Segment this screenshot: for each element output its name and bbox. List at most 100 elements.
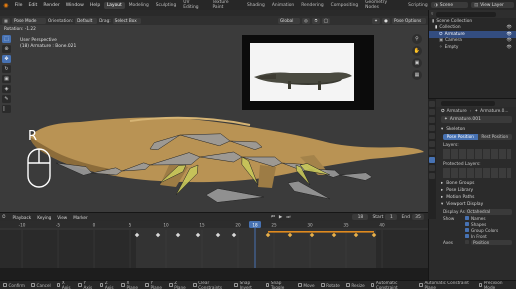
- axes-checkbox[interactable]: [465, 240, 469, 244]
- tab-scripting[interactable]: Scripting: [405, 2, 431, 9]
- visibility-eye-icon[interactable]: 👁: [507, 45, 512, 50]
- modifiers-tab-icon[interactable]: [429, 149, 435, 155]
- in-front-checkbox[interactable]: [465, 234, 469, 238]
- tab-modeling[interactable]: Modeling: [126, 2, 152, 9]
- armature-bones[interactable]: [0, 25, 428, 212]
- keyframe[interactable]: [215, 232, 221, 238]
- timeline-canvas[interactable]: -10 -5 0 5 10 15 20 25 30 35 40 18: [0, 221, 428, 268]
- view-layer-selector[interactable]: ▤ View Layer: [471, 2, 514, 8]
- section-motion-paths[interactable]: ▸ Motion Paths: [429, 194, 516, 201]
- shapes-checkbox[interactable]: [465, 222, 469, 226]
- bone[interactable]: [199, 151, 243, 163]
- properties-search-input[interactable]: [441, 100, 495, 106]
- move-tool-icon[interactable]: ✥: [2, 55, 11, 63]
- keyframe[interactable]: [231, 232, 237, 238]
- bone[interactable]: [299, 163, 331, 176]
- bone[interactable]: [179, 133, 231, 147]
- tab-shading[interactable]: Shading: [244, 2, 268, 9]
- scene-tab-icon[interactable]: [429, 125, 435, 131]
- end-frame-field[interactable]: 35: [412, 214, 424, 220]
- keyframe[interactable]: [287, 232, 293, 238]
- proportional-edit-icon[interactable]: ◯: [322, 17, 330, 24]
- start-frame-field[interactable]: 1: [385, 214, 398, 220]
- camera-view-icon[interactable]: ▣: [412, 58, 422, 68]
- menu-help[interactable]: Help: [87, 3, 103, 8]
- menu-marker[interactable]: Marker: [70, 215, 90, 220]
- cursor-tool-icon[interactable]: ⊕: [2, 45, 11, 53]
- bone[interactable]: [229, 140, 263, 150]
- bone[interactable]: [121, 162, 151, 172]
- tab-sculpting[interactable]: Sculpting: [153, 2, 180, 9]
- group-colors-checkbox[interactable]: [465, 228, 469, 232]
- timeline-editor-icon[interactable]: ⏱: [2, 214, 6, 220]
- tab-animation[interactable]: Animation: [269, 2, 297, 9]
- bone[interactable]: [149, 152, 201, 166]
- tool-tab-icon[interactable]: [429, 101, 435, 107]
- select-box-tool-icon[interactable]: ⬚: [2, 35, 11, 43]
- pose-position-button[interactable]: Pose Position: [443, 133, 478, 140]
- current-frame-field[interactable]: 18: [352, 214, 369, 220]
- menu-edit[interactable]: Edit: [25, 3, 40, 8]
- keyframe[interactable]: [371, 232, 377, 238]
- section-viewport-display[interactable]: ▾ Viewport Display: [429, 201, 516, 208]
- section-skeleton[interactable]: ▾ Skeleton: [429, 126, 516, 133]
- object-tab-icon[interactable]: [429, 141, 435, 147]
- 3d-viewport[interactable]: Rotation: -1.22 User Perspective (18) Ar…: [0, 25, 428, 212]
- snap-icon[interactable]: ⎊: [312, 17, 320, 24]
- bone[interactable]: [159, 164, 187, 184]
- render-tab-icon[interactable]: [429, 109, 435, 115]
- world-tab-icon[interactable]: [429, 133, 435, 139]
- transform-orientation-dropdown[interactable]: Global: [278, 17, 300, 24]
- pivot-point-icon[interactable]: ◎: [302, 17, 310, 24]
- output-tab-icon[interactable]: [429, 117, 435, 123]
- pan-hand-icon[interactable]: ✋: [412, 46, 422, 56]
- visibility-eye-icon[interactable]: 👁: [507, 38, 512, 43]
- play-icon[interactable]: ▶: [279, 215, 282, 220]
- outliner-search-input[interactable]: [436, 11, 497, 17]
- keyframe[interactable]: [175, 232, 181, 238]
- keyframe[interactable]: [353, 232, 359, 238]
- timeline[interactable]: -10 -5 0 5 10 15 20 25 30 35 40 18: [0, 221, 428, 268]
- bone-chain[interactable]: [55, 133, 373, 203]
- display-as-dropdown[interactable]: Octahedral: [465, 208, 512, 215]
- armature-data-tab-icon[interactable]: [429, 157, 435, 163]
- blender-logo-icon[interactable]: ◉: [2, 1, 10, 9]
- menu-render[interactable]: Render: [40, 3, 62, 8]
- orientation-dropdown[interactable]: Default: [75, 17, 98, 24]
- bone-tab-icon[interactable]: [429, 165, 435, 171]
- visibility-eye-icon[interactable]: 👁: [507, 32, 512, 37]
- keyframe[interactable]: [155, 232, 161, 238]
- bone[interactable]: [55, 162, 93, 176]
- transform-tool-icon[interactable]: ◈: [2, 85, 11, 93]
- bone[interactable]: [339, 172, 373, 181]
- outliner-row-empty[interactable]: ✧ Empty 👁: [429, 44, 516, 51]
- rest-position-button[interactable]: Rest Position: [477, 133, 512, 140]
- scene-selector[interactable]: ◑ Scene: [431, 2, 469, 8]
- outliner-filter-icon[interactable]: ▿: [431, 12, 433, 17]
- menu-window[interactable]: Window: [63, 3, 87, 8]
- jump-end-icon[interactable]: ⏭: [286, 214, 290, 220]
- keyframe[interactable]: [309, 232, 315, 238]
- editor-type-icon[interactable]: ▦: [2, 17, 10, 24]
- menu-view[interactable]: View: [54, 215, 70, 220]
- bone[interactable]: [91, 167, 123, 176]
- visibility-eye-icon[interactable]: 👁: [507, 25, 512, 30]
- section-pose-library[interactable]: ▸ Pose Library: [429, 187, 516, 194]
- show-gizmo-icon[interactable]: ✦: [372, 17, 380, 24]
- keyframe[interactable]: [331, 232, 337, 238]
- names-checkbox[interactable]: [465, 216, 469, 220]
- constraints-tab-icon[interactable]: [429, 173, 435, 179]
- menu-playback[interactable]: Playback: [10, 215, 35, 220]
- mode-selector[interactable]: Pose Mode: [12, 17, 46, 24]
- scale-tool-icon[interactable]: ▣: [2, 75, 11, 83]
- bone[interactable]: [149, 134, 181, 151]
- tab-compositing[interactable]: Compositing: [328, 2, 362, 9]
- bone[interactable]: [205, 188, 265, 203]
- rotate-tool-icon[interactable]: ↻: [2, 65, 11, 73]
- pose-options-button[interactable]: Pose Options: [392, 17, 426, 24]
- grid-perspective-icon[interactable]: ▦: [412, 70, 422, 80]
- shading-solid-icon[interactable]: ●: [382, 17, 390, 24]
- tab-rendering[interactable]: Rendering: [298, 2, 326, 9]
- layers-grid[interactable]: [443, 149, 511, 159]
- keyframe[interactable]: [195, 232, 201, 238]
